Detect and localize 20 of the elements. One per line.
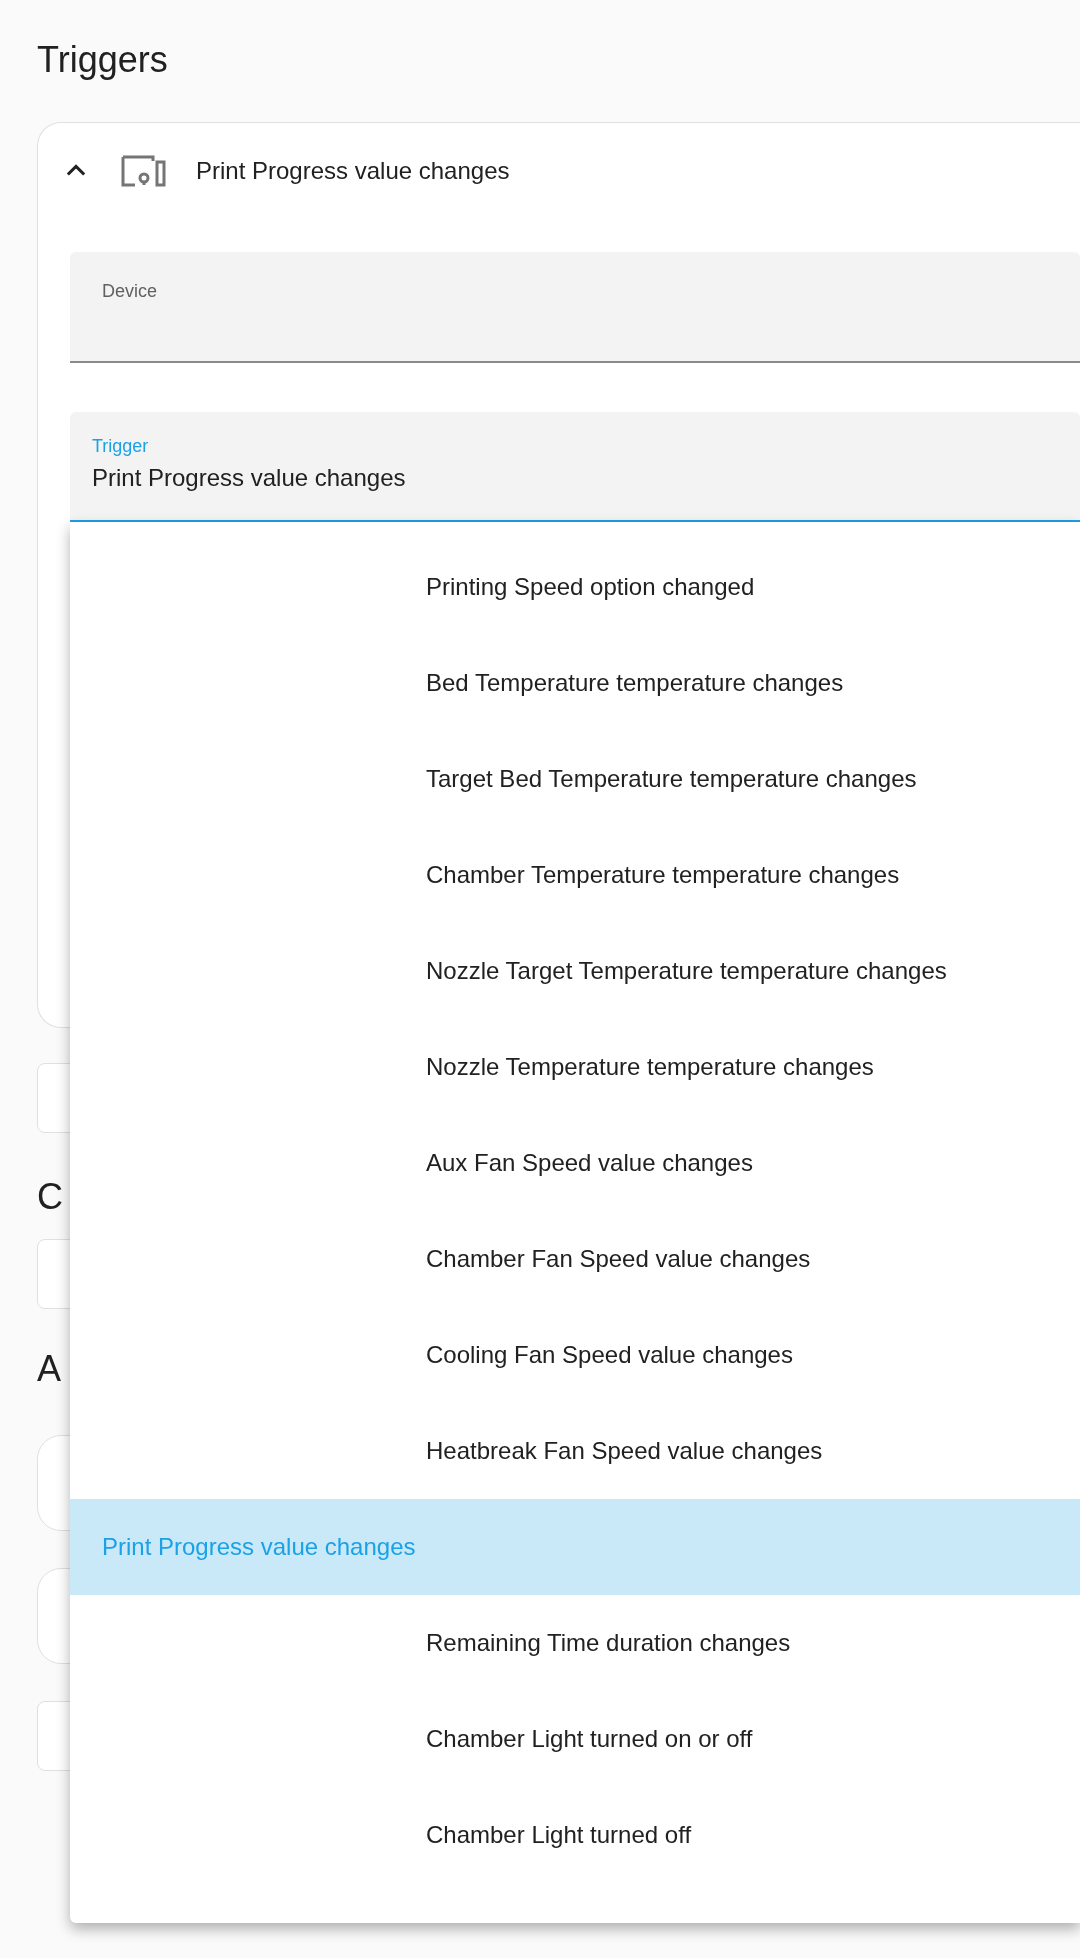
menu-item[interactable]: Chamber Temperature temperature changes [70,827,1080,923]
menu-item[interactable]: Nozzle Target Temperature temperature changes [70,923,1080,1019]
section-heading: C [37,1175,63,1219]
menu-item[interactable]: Heatbreak Fan Speed value changes [70,1403,1080,1499]
menu-item[interactable]: Aux Fan Speed value changes [70,1115,1080,1211]
menu-item[interactable]: Printing Speed option changed [70,539,1080,635]
card-title: Print Progress value changes [196,156,510,186]
menu-item[interactable]: Chamber Fan Speed value changes [70,1211,1080,1307]
menu-item[interactable]: Cooling Fan Speed value changes [70,1307,1080,1403]
menu-item[interactable]: Chamber Light turned on or off [70,1691,1080,1787]
menu-item[interactable]: Remaining Time duration changes [70,1595,1080,1691]
section-heading: A [37,1347,61,1391]
device-field[interactable]: Device [70,252,1080,363]
menu-item[interactable]: Target Bed Temperature temperature changes [70,731,1080,827]
menu-item[interactable]: Chamber Light turned off [70,1787,1080,1883]
device-icon [120,154,166,188]
menu-item[interactable]: Nozzle Temperature temperature changes [70,1019,1080,1115]
menu-item[interactable]: Bed Temperature temperature changes [70,635,1080,731]
section-heading: Triggers [37,38,168,82]
trigger-field[interactable]: Trigger Print Progress value changes [70,412,1080,523]
